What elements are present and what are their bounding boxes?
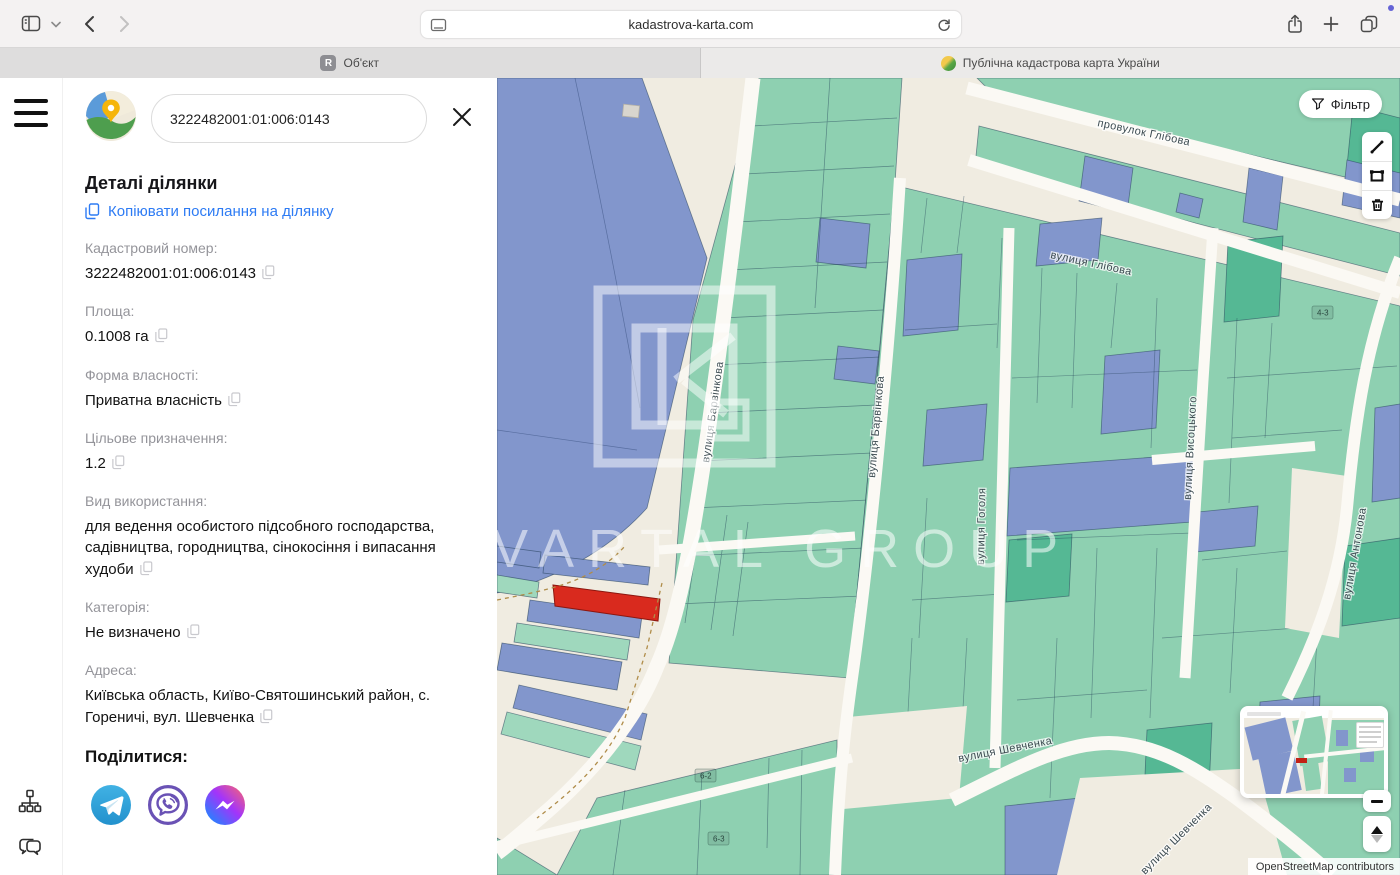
building-footprint [622,104,639,118]
field-usage-type: Вид використання: для ведення особистого… [85,493,477,582]
measure-tool[interactable] [1362,132,1392,161]
share-messenger-icon[interactable] [199,779,251,831]
tab-favicon-map [941,56,956,71]
zoom-down-arrow-icon[interactable] [1371,835,1383,843]
field-cadastral-number: Кадастровий номер: 3222482001:01:006:014… [85,240,477,286]
url-bar[interactable]: kadastrova-karta.com [420,10,962,39]
copy-icon[interactable] [155,330,168,347]
tab-cadastral-map[interactable]: Публічна кадастрова карта України [701,48,1400,78]
search-input[interactable] [151,94,427,143]
map-attribution: OpenStreetMap contributors [1248,858,1400,875]
overview-minimap[interactable] [1240,706,1388,798]
svg-text:6-2: 6-2 [700,772,712,781]
layers-hierarchy-icon[interactable] [18,789,42,820]
reload-icon[interactable] [935,16,953,39]
tab-object[interactable]: R Об'єкт [0,48,701,78]
share-viber-icon[interactable] [142,779,194,831]
copy-icon[interactable] [228,394,241,411]
notification-dot [1388,5,1394,11]
page-format-icon [430,17,447,38]
svg-text:вулиця Гоголя: вулиця Гоголя [975,488,988,565]
copy-icon[interactable] [262,267,275,284]
field-category: Категорія: Не визначено [85,599,477,645]
zoom-out-button[interactable] [1363,790,1391,812]
tab-cadastral-label: Публічна кадастрова карта України [963,56,1160,70]
map-viewport[interactable]: 6-2 6-3 4-3 провулок Глібова вулиця Гліб… [497,78,1400,875]
new-tab-icon[interactable] [1318,12,1344,36]
map-logo [85,90,137,147]
details-panel: Деталі ділянки Копіювати посилання на ді… [63,78,497,875]
tab-object-label: Об'єкт [343,56,379,70]
polygon-draw-tool[interactable] [1362,161,1392,190]
svg-text:4-3: 4-3 [1317,309,1329,318]
tab-overview-icon[interactable] [1356,12,1382,36]
details-title: Деталі ділянки [85,173,477,194]
copy-parcel-link-label: Копіювати посилання на ділянку [108,203,334,220]
url-text: kadastrova-karta.com [421,17,961,32]
chevron-down-icon[interactable] [48,12,64,36]
field-area: Площа: 0.1008 га [85,303,477,349]
copy-icon [85,203,100,220]
copy-icon[interactable] [140,563,153,580]
tab-strip: R Об'єкт Публічна кадастрова карта Украї… [0,48,1400,78]
field-purpose-code: Цільове призначення: 1.2 [85,430,477,476]
chat-icon[interactable] [18,836,42,863]
copy-icon[interactable] [260,711,273,728]
parcel-fields: Кадастровий номер: 3222482001:01:006:014… [85,240,477,730]
minimap-selected-parcel [1296,758,1307,763]
close-panel-button[interactable] [447,102,477,135]
copy-icon[interactable] [112,457,125,474]
water-blue-parcels [497,78,707,593]
delete-tool[interactable] [1362,190,1392,219]
left-rail [0,78,63,875]
svg-text:6-3: 6-3 [713,835,725,844]
menu-hamburger-icon[interactable] [14,99,48,127]
zoom-in-arrow-icon[interactable] [1371,826,1383,834]
browser-toolbar: kadastrova-karta.com [0,0,1400,48]
map-tools [1362,132,1392,219]
zoom-stepper[interactable] [1363,816,1391,852]
share-title: Поділитися: [85,747,477,767]
share-icon[interactable] [1282,12,1308,36]
share-telegram-icon[interactable] [85,779,137,831]
forward-button[interactable] [112,12,138,36]
copy-parcel-link[interactable]: Копіювати посилання на ділянку [85,203,477,220]
back-button[interactable] [76,12,102,36]
zoom-controls [1363,790,1391,852]
tab-favicon-r: R [320,55,336,71]
funnel-icon [1311,97,1325,111]
field-ownership: Форма власності: Приватна власність [85,367,477,413]
filter-button[interactable]: Фільтр [1299,90,1382,118]
sidebar-toggle-icon[interactable] [18,12,44,36]
field-address: Адреса: Київська область, Київо-Святошин… [85,662,477,730]
green-parcels-bottomleft [497,685,837,875]
copy-icon[interactable] [187,626,200,643]
